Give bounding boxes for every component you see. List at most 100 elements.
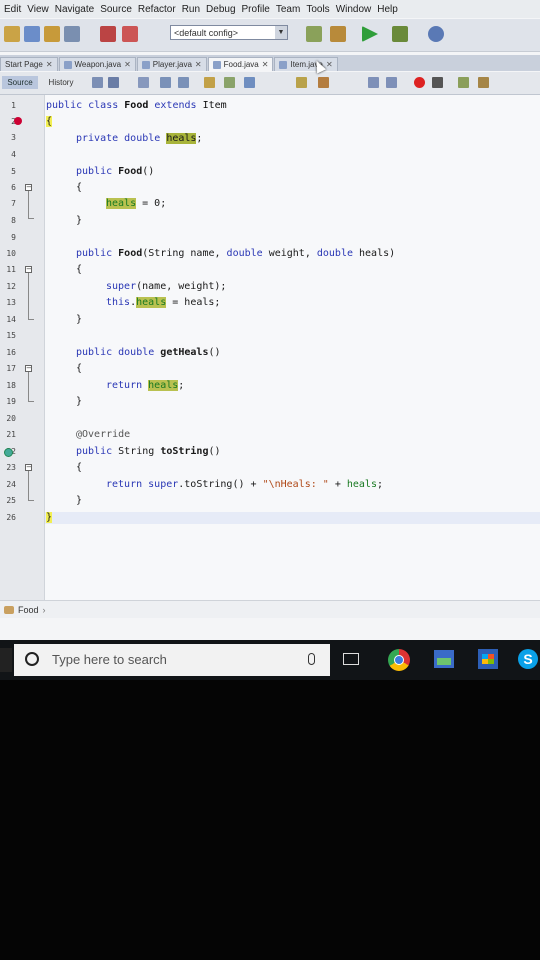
find-icon[interactable] xyxy=(138,77,149,88)
tab-label: Player.java xyxy=(152,60,192,69)
tab-item-java[interactable]: Item.java ✕ xyxy=(274,57,338,71)
chevron-down-icon: ▼ xyxy=(275,26,287,39)
previous-bookmark-icon[interactable] xyxy=(244,77,255,88)
current-line-highlight xyxy=(45,512,540,524)
override-icon[interactable] xyxy=(4,448,13,457)
tab-label: Food.java xyxy=(223,60,259,69)
build-icon[interactable] xyxy=(306,26,322,42)
fold-toggle[interactable]: − xyxy=(25,365,32,372)
configuration-select[interactable]: <default config> ▼ xyxy=(170,25,288,40)
tasks-icon[interactable] xyxy=(478,77,489,88)
start-macro-icon[interactable] xyxy=(414,77,425,88)
fold-toggle[interactable]: − xyxy=(25,266,32,273)
microphone-icon[interactable] xyxy=(308,653,315,665)
menu-run[interactable]: Run xyxy=(182,4,200,15)
tab-start-page[interactable]: Start Page ✕ xyxy=(0,57,58,71)
method-name: Food xyxy=(118,166,143,177)
line-number: 4 xyxy=(11,150,16,159)
close-icon[interactable]: ✕ xyxy=(262,60,269,69)
tab-weapon-java[interactable]: Weapon.java ✕ xyxy=(58,57,136,71)
last-edit-icon[interactable] xyxy=(92,77,103,88)
tab-food-java[interactable]: Food.java ✕ xyxy=(207,57,274,71)
code-line-18: return heals; xyxy=(106,380,184,391)
menu-source[interactable]: Source xyxy=(100,4,132,15)
find-previous-icon[interactable] xyxy=(160,77,171,88)
save-all-icon[interactable] xyxy=(64,26,80,42)
task-view-icon[interactable] xyxy=(343,653,359,665)
redo-icon[interactable] xyxy=(122,26,138,42)
menu-refactor[interactable]: Refactor xyxy=(138,4,176,15)
uncomment-icon[interactable] xyxy=(386,77,397,88)
menu-window[interactable]: Window xyxy=(336,4,372,15)
taskbar-search-box[interactable]: Type here to search xyxy=(14,644,330,676)
fold-toggle[interactable]: − xyxy=(25,464,32,471)
menu-help[interactable]: Help xyxy=(377,4,398,15)
keyword: extends xyxy=(148,100,203,111)
back-icon[interactable] xyxy=(108,77,119,88)
code-editor[interactable]: 1 2 3 4 5 6 7 8 9 10 11 12 13 14 15 16 1… xyxy=(0,95,540,600)
expression: (name, weight); xyxy=(136,281,227,292)
keyword: public xyxy=(76,248,119,259)
find-next-icon[interactable] xyxy=(178,77,189,88)
toggle-bookmark-icon[interactable] xyxy=(224,77,235,88)
debug-icon[interactable] xyxy=(392,26,408,42)
store-icon[interactable] xyxy=(478,649,498,669)
keyword: double xyxy=(316,248,353,259)
code-line-23: { xyxy=(76,462,82,473)
line-number: 13 xyxy=(6,298,16,307)
code-line-2: { xyxy=(46,116,53,127)
keyword: private double xyxy=(76,133,167,144)
fold-toggle[interactable]: − xyxy=(25,184,32,191)
clean-build-icon[interactable] xyxy=(330,26,346,42)
menu-edit[interactable]: Edit xyxy=(4,4,21,15)
punctuation: ; xyxy=(178,380,185,391)
error-badge-icon[interactable] xyxy=(14,117,22,125)
menu-profile[interactable]: Profile xyxy=(242,4,270,15)
breadcrumb-item-food[interactable]: Food xyxy=(18,605,39,615)
menu-navigate[interactable]: Navigate xyxy=(55,4,94,15)
method-name: getHeals xyxy=(160,347,209,358)
history-view-button[interactable]: History xyxy=(42,76,80,89)
open-project-icon[interactable] xyxy=(44,26,60,42)
menu-debug[interactable]: Debug xyxy=(206,4,235,15)
undo-icon[interactable] xyxy=(100,26,116,42)
close-icon[interactable]: ✕ xyxy=(124,60,131,69)
code-line-12: super(name, weight); xyxy=(106,281,226,292)
keyword: return xyxy=(106,380,149,391)
skype-icon[interactable]: S xyxy=(518,649,538,669)
source-view-button[interactable]: Source xyxy=(2,76,38,89)
line-number: 7 xyxy=(11,199,16,208)
keyword: public class xyxy=(46,100,125,111)
chrome-icon[interactable] xyxy=(388,649,410,671)
photos-icon[interactable] xyxy=(434,650,454,668)
profile-icon[interactable] xyxy=(428,26,444,42)
menu-bar: Edit View Navigate Source Refactor Run D… xyxy=(0,0,540,18)
toggle-highlight-icon[interactable] xyxy=(204,77,215,88)
tab-player-java[interactable]: Player.java ✕ xyxy=(136,57,207,71)
comment-icon[interactable] xyxy=(368,77,379,88)
line-number: 12 xyxy=(6,282,16,291)
expression: = heals; xyxy=(166,297,221,308)
menu-view[interactable]: View xyxy=(27,4,49,15)
shift-left-icon[interactable] xyxy=(296,77,307,88)
class-name: Food xyxy=(124,100,149,111)
close-icon[interactable]: ✕ xyxy=(46,60,53,69)
close-icon[interactable]: ✕ xyxy=(326,60,333,69)
stop-macro-icon[interactable] xyxy=(432,77,443,88)
run-icon[interactable] xyxy=(362,26,378,42)
line-number: 3 xyxy=(11,133,16,142)
line-number: 24 xyxy=(6,480,16,489)
expression: + xyxy=(328,479,347,490)
menu-tools[interactable]: Tools xyxy=(306,4,329,15)
diff-icon[interactable] xyxy=(458,77,469,88)
new-file-icon[interactable] xyxy=(4,26,20,42)
close-icon[interactable]: ✕ xyxy=(195,60,202,69)
line-number: 1 xyxy=(11,101,16,110)
code-line-17: { xyxy=(76,363,82,374)
start-button[interactable] xyxy=(0,648,12,672)
shift-right-icon[interactable] xyxy=(318,77,329,88)
new-project-icon[interactable] xyxy=(24,26,40,42)
menu-team[interactable]: Team xyxy=(276,4,300,15)
punctuation: ; xyxy=(196,133,203,144)
code-line-21: @Override xyxy=(76,429,130,440)
